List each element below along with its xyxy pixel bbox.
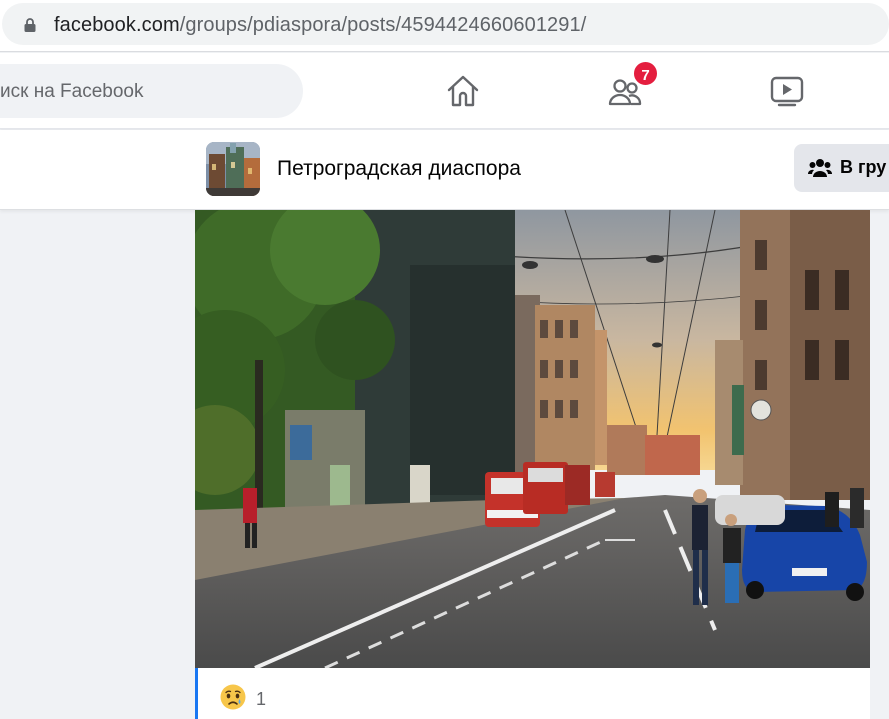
sad-emoji-icon[interactable] [220, 684, 246, 710]
watch-video-icon[interactable] [769, 73, 805, 109]
group-button-label: В гру [840, 157, 887, 177]
home-icon[interactable] [445, 73, 481, 109]
group-avatar-image [206, 142, 260, 196]
url-path: /groups/pdiaspora/posts/4594424660601291… [179, 14, 587, 36]
people-group-icon [808, 159, 832, 177]
search-placeholder: иск на Facebook [0, 81, 144, 102]
group-button[interactable]: В гру [794, 144, 889, 192]
browser-url-bar: facebook.com/groups/pdiaspora/posts/4594… [0, 0, 889, 52]
address-field[interactable]: facebook.com/groups/pdiaspora/posts/4594… [2, 3, 889, 45]
url-text[interactable]: facebook.com/groups/pdiaspora/posts/4594… [54, 14, 586, 37]
lock-icon[interactable] [22, 17, 38, 33]
notification-badge: 7 [632, 60, 659, 87]
facebook-top-nav: иск на Facebook [0, 53, 889, 129]
post-photo[interactable] [195, 210, 870, 668]
post-reactions-bar: 1 [195, 668, 870, 719]
search-input[interactable]: иск на Facebook [0, 64, 303, 118]
group-header: Петроградская диаспора В гру [0, 130, 889, 210]
group-avatar[interactable] [206, 142, 260, 196]
url-host: facebook.com [54, 14, 180, 36]
street-scene-image [195, 210, 870, 668]
group-name[interactable]: Петроградская диаспора [277, 157, 521, 181]
reaction-count[interactable]: 1 [256, 689, 266, 710]
